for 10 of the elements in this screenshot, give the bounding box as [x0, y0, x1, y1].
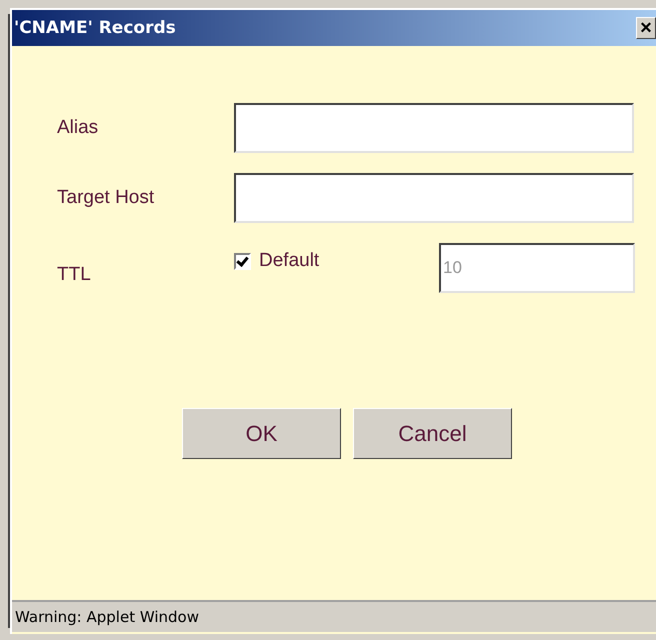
close-button[interactable]: ×: [636, 17, 656, 39]
dialog-button[interactable]: Cancel: [353, 408, 512, 459]
window-title: 'CNAME' Records: [14, 18, 176, 38]
field-label: Target Host: [57, 187, 156, 209]
field-label: TTL: [57, 263, 92, 286]
field-label: Alias: [57, 117, 100, 139]
input-field[interactable]: [234, 173, 634, 223]
status-bar: Warning: Applet Window: [12, 600, 656, 632]
dialog-button[interactable]: OK: [182, 408, 341, 459]
input-field[interactable]: [234, 103, 634, 153]
